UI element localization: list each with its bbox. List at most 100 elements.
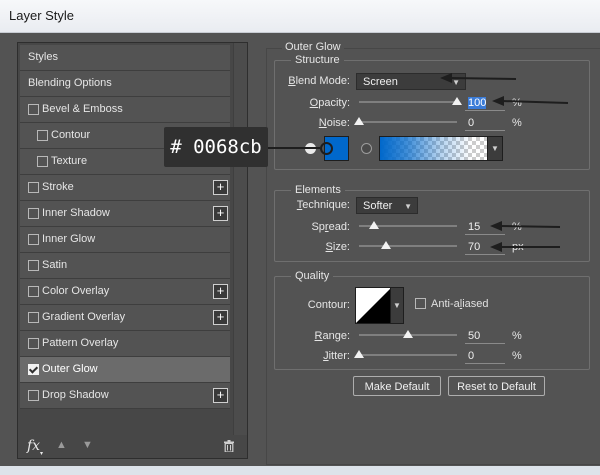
style-item-label: Color Overlay (42, 285, 110, 297)
jitter-input[interactable]: 0 (465, 348, 505, 364)
style-checkbox-color-overlay[interactable] (28, 286, 39, 297)
contour-dropdown-button[interactable]: ▼ (390, 287, 404, 324)
style-item-label: Pattern Overlay (42, 337, 119, 349)
add-drop-shadow-button[interactable]: + (213, 388, 228, 403)
style-item-label: Stroke (42, 181, 74, 193)
style-checkbox-contour[interactable] (37, 130, 48, 141)
style-item-label: Styles (28, 51, 58, 63)
jitter-slider-thumb[interactable] (354, 350, 364, 358)
noise-slider-track[interactable] (359, 121, 457, 123)
style-item-label: Blending Options (28, 77, 112, 89)
style-item-inner-shadow[interactable]: Inner Shadow + (20, 201, 230, 227)
callout-dot (320, 142, 333, 155)
style-checkbox-satin[interactable] (28, 260, 39, 271)
title-bar: Layer Style (0, 0, 600, 33)
opacity-slider-track[interactable] (359, 101, 457, 103)
range-slider-thumb[interactable] (403, 330, 413, 338)
style-item-bevel-emboss[interactable]: Bevel & Emboss (20, 97, 230, 123)
gradient-radio[interactable] (361, 143, 372, 154)
style-checkbox-gradient-overlay[interactable] (28, 312, 39, 323)
chevron-down-icon: ▼ (404, 202, 412, 211)
glow-gradient-picker[interactable] (379, 136, 489, 161)
size-slider-thumb[interactable] (381, 241, 392, 249)
quality-title: Quality (291, 270, 334, 282)
style-checkbox-pattern-overlay[interactable] (28, 338, 39, 349)
style-item-color-overlay[interactable]: Color Overlay + (20, 279, 230, 305)
style-checkbox-texture[interactable] (37, 156, 48, 167)
range-unit: % (512, 330, 522, 342)
style-item-label: Inner Shadow (42, 207, 110, 219)
range-input[interactable]: 50 (465, 328, 505, 344)
style-item-outer-glow[interactable]: Outer Glow (20, 357, 230, 383)
window-frame-bottom (0, 466, 600, 475)
styles-scrollbar[interactable] (233, 43, 247, 443)
gradient-dropdown-button[interactable]: ▼ (487, 136, 503, 161)
add-color-overlay-button[interactable]: + (213, 284, 228, 299)
jitter-slider-track[interactable] (359, 354, 457, 356)
style-item-gradient-overlay[interactable]: Gradient Overlay + (20, 305, 230, 331)
noise-slider-thumb[interactable] (354, 117, 364, 125)
style-item-blending-options[interactable]: Blending Options (20, 71, 230, 97)
jitter-unit: % (512, 350, 522, 362)
spread-slider-thumb[interactable] (368, 221, 379, 229)
style-item-pattern-overlay[interactable]: Pattern Overlay (20, 331, 230, 357)
size-label: Size: (325, 241, 350, 253)
annotation-arrow-size (490, 242, 560, 252)
styles-list: Styles Blending Options Bevel & Emboss Cont… (20, 45, 230, 409)
callout-connector (268, 147, 320, 149)
move-down-icon[interactable]: ▼ (82, 439, 93, 451)
style-item-label: Gradient Overlay (42, 311, 126, 323)
style-checkbox-drop-shadow[interactable] (28, 390, 39, 401)
styles-panel: Styles Blending Options Bevel & Emboss Cont… (17, 42, 248, 459)
technique-label: Technique: (296, 199, 350, 211)
move-up-icon[interactable]: ▲ (56, 439, 67, 451)
style-item-label: Satin (42, 259, 68, 271)
add-stroke-button[interactable]: + (213, 180, 228, 195)
style-item-label: Drop Shadow (42, 389, 109, 401)
noise-input[interactable]: 0 (465, 115, 505, 131)
noise-unit: % (512, 117, 522, 129)
technique-value: Softer (363, 200, 393, 212)
style-item-inner-glow[interactable]: Inner Glow (20, 227, 230, 253)
contour-curve-icon (356, 288, 391, 323)
fx-menu-button[interactable]: fx (27, 438, 40, 454)
size-slider-track[interactable] (359, 245, 457, 247)
blend-mode-value: Screen (363, 76, 398, 88)
opacity-label: Opacity: (309, 97, 350, 109)
style-item-label: Inner Glow (42, 233, 96, 245)
color-callout: # 0068cb (164, 127, 268, 167)
style-checkbox-stroke[interactable] (28, 182, 39, 193)
make-default-button[interactable]: Make Default (353, 376, 441, 396)
contour-preview[interactable] (355, 287, 392, 324)
elements-title: Elements (291, 184, 345, 196)
style-item-label: Texture (51, 155, 88, 167)
add-inner-shadow-button[interactable]: + (213, 206, 228, 221)
annotation-arrow-spread (490, 221, 561, 231)
style-checkbox-bevel-emboss[interactable] (28, 104, 39, 115)
anti-aliased-checkbox[interactable] (415, 298, 426, 309)
style-item-stroke[interactable]: Stroke + (20, 175, 230, 201)
style-item-drop-shadow[interactable]: Drop Shadow + (20, 383, 230, 409)
fx-dropdown-icon: ▾ (40, 451, 44, 457)
technique-dropdown[interactable]: Softer ▼ (356, 197, 418, 214)
style-item-styles[interactable]: Styles (20, 45, 230, 71)
anti-aliased-label: Anti-aliased (431, 298, 489, 310)
jitter-label: Jitter: (323, 350, 350, 362)
style-item-satin[interactable]: Satin (20, 253, 230, 279)
opacity-slider-thumb[interactable] (452, 97, 462, 105)
range-label: Range: (314, 330, 350, 342)
style-item-label: Bevel & Emboss (42, 103, 123, 115)
outer-glow-title: Outer Glow (282, 41, 344, 53)
trash-icon[interactable] (224, 440, 234, 452)
blend-mode-label: Blend Mode: (288, 75, 350, 87)
noise-label: Noise: (318, 117, 350, 129)
style-checkbox-outer-glow[interactable] (28, 364, 39, 375)
add-gradient-overlay-button[interactable]: + (213, 310, 228, 325)
style-checkbox-inner-shadow[interactable] (28, 208, 39, 219)
annotation-arrow-opacity (492, 96, 569, 106)
window-title: Layer Style (9, 8, 75, 23)
reset-to-default-button[interactable]: Reset to Default (448, 376, 545, 396)
style-item-label: Outer Glow (42, 363, 98, 375)
style-checkbox-inner-glow[interactable] (28, 234, 39, 245)
structure-title: Structure (291, 54, 344, 66)
